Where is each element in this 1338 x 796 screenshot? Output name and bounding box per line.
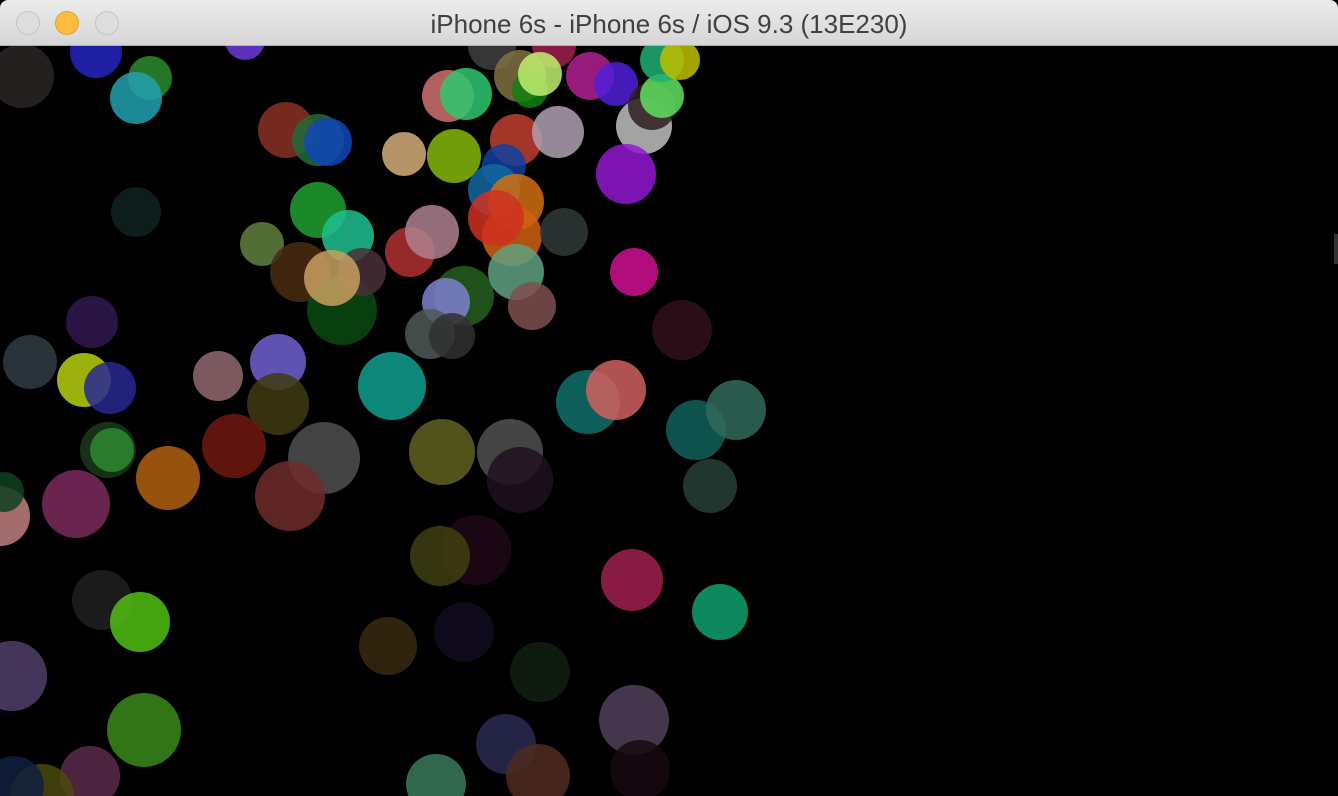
bubble: [304, 250, 360, 306]
bubble: [487, 447, 553, 513]
bubble: [410, 526, 470, 586]
bubble: [532, 106, 584, 158]
bubble: [0, 756, 44, 796]
bubble: [358, 352, 426, 420]
bubble: [586, 360, 646, 420]
bubble: [429, 313, 475, 359]
bubble: [409, 419, 475, 485]
bubble: [692, 584, 748, 640]
bubble: [652, 300, 712, 360]
bubble: [111, 187, 161, 237]
bubble: [382, 132, 426, 176]
simulator-window: iPhone 6s - iPhone 6s / iOS 9.3 (13E230): [0, 0, 1338, 796]
bubble: [255, 461, 325, 531]
bubble: [601, 549, 663, 611]
bubble: [110, 592, 170, 652]
bubble: [66, 296, 118, 348]
bubble: [510, 642, 570, 702]
bubble: [610, 248, 658, 296]
simulator-screen[interactable]: [0, 46, 1338, 796]
bubble: [359, 617, 417, 675]
bubble: [42, 470, 110, 538]
bubble: [304, 118, 352, 166]
bubble: [0, 46, 54, 108]
bubble: [508, 282, 556, 330]
bubble: [136, 446, 200, 510]
bubble: [3, 335, 57, 389]
bubble: [440, 68, 492, 120]
bubble: [90, 428, 134, 472]
bubble: [0, 641, 47, 711]
window-title: iPhone 6s - iPhone 6s / iOS 9.3 (13E230): [430, 9, 908, 39]
bubble: [70, 46, 122, 78]
bubble: [202, 414, 266, 478]
bubble: [706, 380, 766, 440]
bubble: [434, 602, 494, 662]
resize-handle[interactable]: [1334, 234, 1338, 264]
bubble: [540, 208, 588, 256]
bubble: [518, 52, 562, 96]
bubble: [84, 362, 136, 414]
bubble: [406, 754, 466, 796]
bubble: [683, 459, 737, 513]
bubble: [193, 351, 243, 401]
bubble: [225, 46, 265, 60]
bubble: [405, 205, 459, 259]
bubbles-canvas: [0, 46, 766, 796]
bubble: [468, 190, 524, 246]
bubble: [596, 144, 656, 204]
title-bar[interactable]: iPhone 6s - iPhone 6s / iOS 9.3 (13E230): [0, 0, 1338, 46]
bubble: [110, 72, 162, 124]
bubble: [107, 693, 181, 767]
